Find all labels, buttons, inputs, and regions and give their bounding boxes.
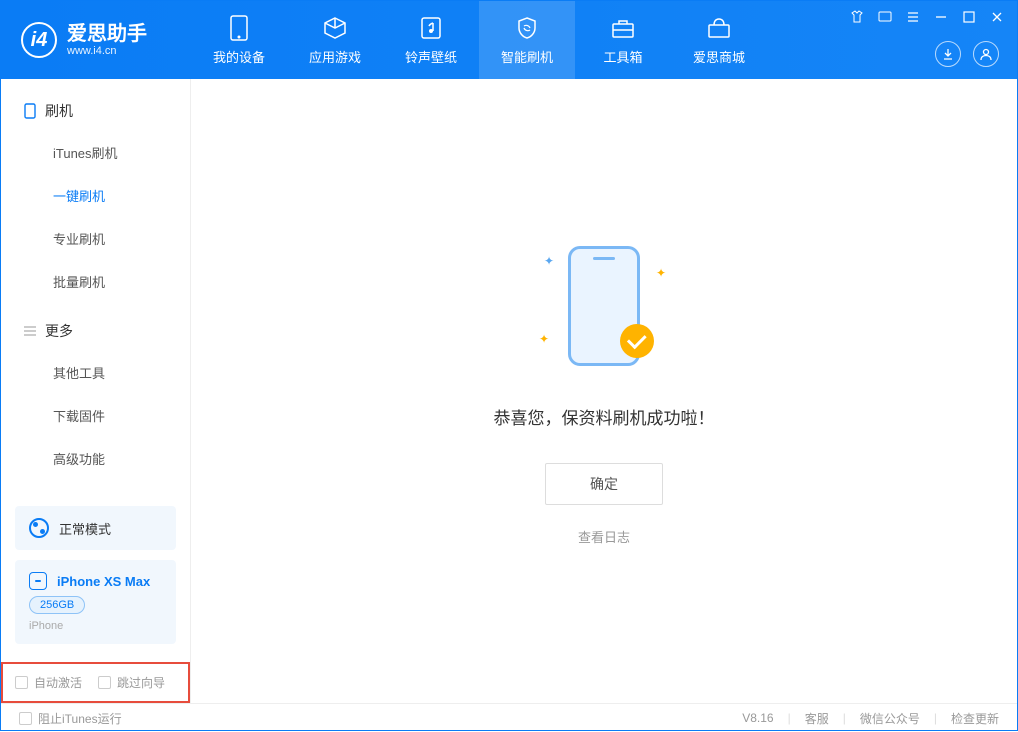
- sidebar-item-batch-flash[interactable]: 批量刷机: [1, 260, 190, 303]
- device-storage-badge: 256GB: [29, 596, 85, 614]
- device-phone-icon: [29, 572, 47, 590]
- checkbox-icon: [98, 676, 111, 689]
- sidebar-item-download-firmware[interactable]: 下载固件: [1, 394, 190, 437]
- device-card[interactable]: iPhone XS Max 256GB iPhone: [15, 560, 176, 644]
- sidebar: 刷机 iTunes刷机 一键刷机 专业刷机 批量刷机 更多 其他工具 下载固件 …: [1, 79, 191, 703]
- menu-icon[interactable]: [905, 9, 921, 25]
- app-title: 爱思助手: [67, 23, 147, 45]
- nav-tab-device[interactable]: 我的设备: [191, 1, 287, 79]
- mode-icon: [29, 518, 49, 538]
- nav-tabs: 我的设备 应用游戏 铃声壁纸 智能刷机 工具箱 爱思商城: [191, 1, 767, 79]
- checkbox-skip-guide[interactable]: 跳过向导: [98, 674, 165, 691]
- version-label: V8.16: [742, 711, 773, 725]
- mode-label: 正常模式: [59, 519, 111, 538]
- sidebar-section-more: 更多 其他工具 下载固件 高级功能: [1, 311, 190, 488]
- footer-link-wechat[interactable]: 微信公众号: [860, 710, 920, 727]
- footer-link-support[interactable]: 客服: [805, 710, 829, 727]
- mode-card[interactable]: 正常模式: [15, 506, 176, 550]
- device-type: iPhone: [29, 620, 162, 632]
- sidebar-item-advanced[interactable]: 高级功能: [1, 437, 190, 480]
- user-button[interactable]: [973, 41, 999, 67]
- nav-tab-ringtone[interactable]: 铃声壁纸: [383, 1, 479, 79]
- shield-sync-icon: [514, 15, 540, 41]
- nav-tab-apps[interactable]: 应用游戏: [287, 1, 383, 79]
- sidebar-header-flash: 刷机: [1, 91, 190, 131]
- sparkle-icon: ✦: [539, 332, 549, 346]
- maximize-button[interactable]: [961, 9, 977, 25]
- footer-bar: 阻止iTunes运行 V8.16 | 客服 | 微信公众号 | 检查更新: [1, 703, 1017, 732]
- view-log-link[interactable]: 查看日志: [578, 527, 630, 546]
- sidebar-item-oneclick-flash[interactable]: 一键刷机: [1, 174, 190, 217]
- sidebar-item-other-tools[interactable]: 其他工具: [1, 351, 190, 394]
- checkbox-row: 自动激活 跳过向导: [1, 662, 190, 703]
- device-icon: [226, 15, 252, 41]
- device-name: iPhone XS Max: [57, 574, 150, 589]
- minimize-button[interactable]: [933, 9, 949, 25]
- sparkle-icon: ✦: [544, 254, 554, 268]
- success-message: 恭喜您，保资料刷机成功啦！: [494, 404, 715, 429]
- confirm-button[interactable]: 确定: [545, 463, 663, 505]
- main-content: ✦ ✦ ✦ 恭喜您，保资料刷机成功啦！ 确定 查看日志: [191, 79, 1017, 703]
- window-controls: [849, 9, 1005, 25]
- music-icon: [418, 15, 444, 41]
- check-badge-icon: [620, 324, 654, 358]
- list-icon: [23, 324, 37, 338]
- close-button[interactable]: [989, 9, 1005, 25]
- footer-link-update[interactable]: 检查更新: [951, 710, 999, 727]
- sidebar-item-pro-flash[interactable]: 专业刷机: [1, 217, 190, 260]
- nav-tab-store[interactable]: 爱思商城: [671, 1, 767, 79]
- app-logo-icon: i4: [21, 22, 57, 58]
- header-bar: i4 爱思助手 www.i4.cn 我的设备 应用游戏 铃声壁纸 智能刷机 工具…: [1, 1, 1017, 79]
- app-subtitle: www.i4.cn: [67, 45, 147, 57]
- checkbox-auto-activate[interactable]: 自动激活: [15, 674, 82, 691]
- sidebar-item-itunes-flash[interactable]: iTunes刷机: [1, 131, 190, 174]
- nav-tab-flash[interactable]: 智能刷机: [479, 1, 575, 79]
- header-right-buttons: [935, 41, 999, 67]
- success-illustration: ✦ ✦ ✦: [534, 236, 674, 376]
- sparkle-icon: ✦: [656, 266, 666, 280]
- tshirt-icon[interactable]: [849, 9, 865, 25]
- sidebar-header-more: 更多: [1, 311, 190, 351]
- phone-icon: [23, 104, 37, 118]
- checkbox-icon: [19, 712, 32, 725]
- nav-tab-toolbox[interactable]: 工具箱: [575, 1, 671, 79]
- checkbox-icon: [15, 676, 28, 689]
- footer-block-itunes[interactable]: 阻止iTunes运行: [19, 710, 122, 727]
- store-icon: [706, 15, 732, 41]
- sidebar-section-flash: 刷机 iTunes刷机 一键刷机 专业刷机 批量刷机: [1, 91, 190, 311]
- toolbox-icon: [610, 15, 636, 41]
- cube-icon: [322, 15, 348, 41]
- feedback-icon[interactable]: [877, 9, 893, 25]
- download-button[interactable]: [935, 41, 961, 67]
- logo-area: i4 爱思助手 www.i4.cn: [1, 22, 191, 58]
